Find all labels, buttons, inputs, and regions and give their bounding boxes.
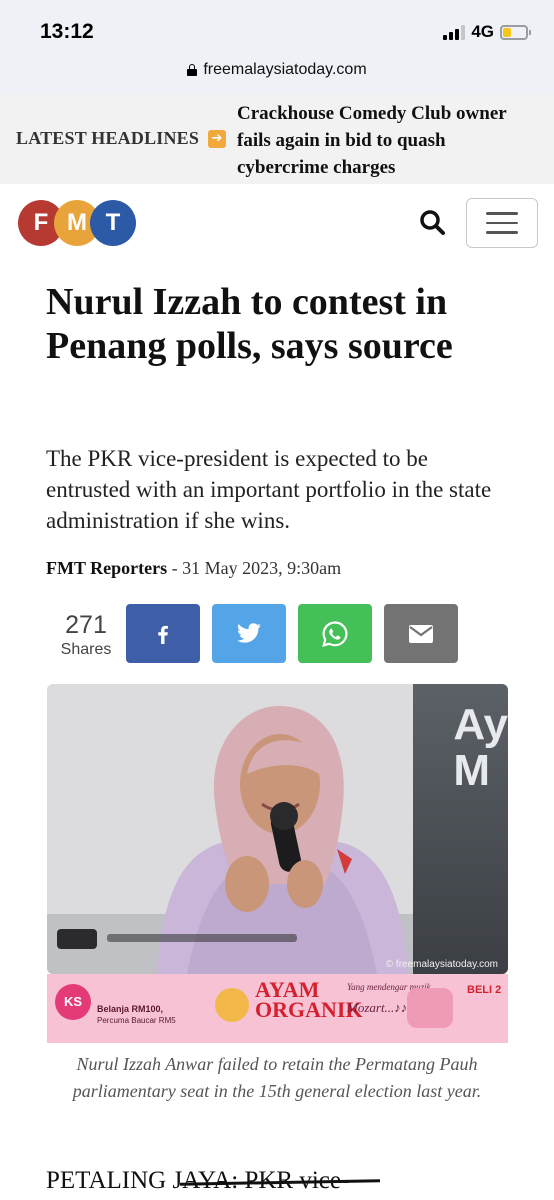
- article-photo: Ay M © freemalaysiatoday.com: [47, 684, 508, 974]
- status-time: 13:12: [40, 20, 94, 43]
- menu-button[interactable]: [466, 198, 538, 248]
- facebook-icon: [158, 625, 168, 644]
- hamburger-menu-icon: [486, 212, 518, 215]
- ticker-headline-link[interactable]: Crackhouse Comedy Club owner fails again…: [237, 100, 537, 181]
- ad-offer-line2: Percuma Baucar RM5: [97, 1016, 176, 1025]
- network-type: 4G: [471, 22, 494, 41]
- photo-backdrop-text: Ay M: [453, 700, 508, 795]
- arrow-right-icon: ➔: [208, 130, 226, 148]
- logo-letter-t: T: [90, 200, 136, 246]
- email-share-button[interactable]: [384, 604, 458, 663]
- author-link[interactable]: FMT Reporters: [46, 558, 167, 578]
- facebook-share-button[interactable]: [126, 604, 200, 663]
- ad-product-image: [407, 988, 453, 1028]
- share-count-number: 271: [65, 611, 107, 639]
- ad-offer-line1: Belanja RM100,: [97, 1004, 164, 1014]
- ad-tagline-2: Mozart...♪♪: [347, 1000, 408, 1015]
- search-icon: [420, 210, 445, 235]
- whatsapp-icon: [322, 620, 348, 647]
- share-count-label: Shares: [60, 641, 112, 658]
- share-count: 271 Shares: [56, 611, 116, 661]
- ad-promo: BELI 2: [467, 984, 502, 996]
- lock-icon: [187, 64, 198, 76]
- latest-headlines-bar: LATEST HEADLINES ➔ Crackhouse Comedy Clu…: [0, 94, 554, 184]
- url-text: freemalaysiatoday.com: [203, 61, 367, 78]
- ad-brand: AYAM ORGANIK: [255, 977, 363, 1022]
- article-byline: FMT Reporters - 31 May 2023, 9:30am: [46, 558, 341, 579]
- latest-headlines-label: LATEST HEADLINES: [16, 128, 200, 148]
- ad-offer: Belanja RM100, Percuma Baucar RM5: [97, 1004, 176, 1026]
- twitter-icon: [237, 622, 261, 643]
- search-button[interactable]: [416, 206, 450, 240]
- twitter-share-button[interactable]: [212, 604, 286, 663]
- photo-caption: Nurul Izzah Anwar failed to retain the P…: [72, 1054, 482, 1101]
- article-standfirst: The PKR vice-president is expected to be…: [46, 446, 492, 533]
- mail-icon: [409, 624, 433, 643]
- article-headline: Nurul Izzah to contest in Penang polls, …: [46, 281, 453, 367]
- fmt-logo[interactable]: F M T: [18, 200, 136, 248]
- battery-icon: [500, 24, 531, 40]
- article-date: 31 May 2023, 9:30am: [182, 558, 342, 578]
- address-bar[interactable]: freemalaysiatoday.com: [0, 56, 554, 84]
- status-bar: 13:12 4G freemalaysiatoday.com: [0, 0, 554, 94]
- ad-banner[interactable]: KS Belanja RM100, Percuma Baucar RM5 AYA…: [47, 974, 508, 1043]
- site-header: F M T: [0, 184, 554, 262]
- ad-ks-logo: KS: [55, 984, 91, 1020]
- byline-separator: -: [167, 558, 183, 578]
- whatsapp-share-button[interactable]: [298, 604, 372, 663]
- signal-icon: [443, 24, 466, 40]
- headphone-icon: [215, 988, 249, 1022]
- status-indicators: 4G: [443, 22, 531, 42]
- photo-credit: © freemalaysiatoday.com: [385, 959, 498, 970]
